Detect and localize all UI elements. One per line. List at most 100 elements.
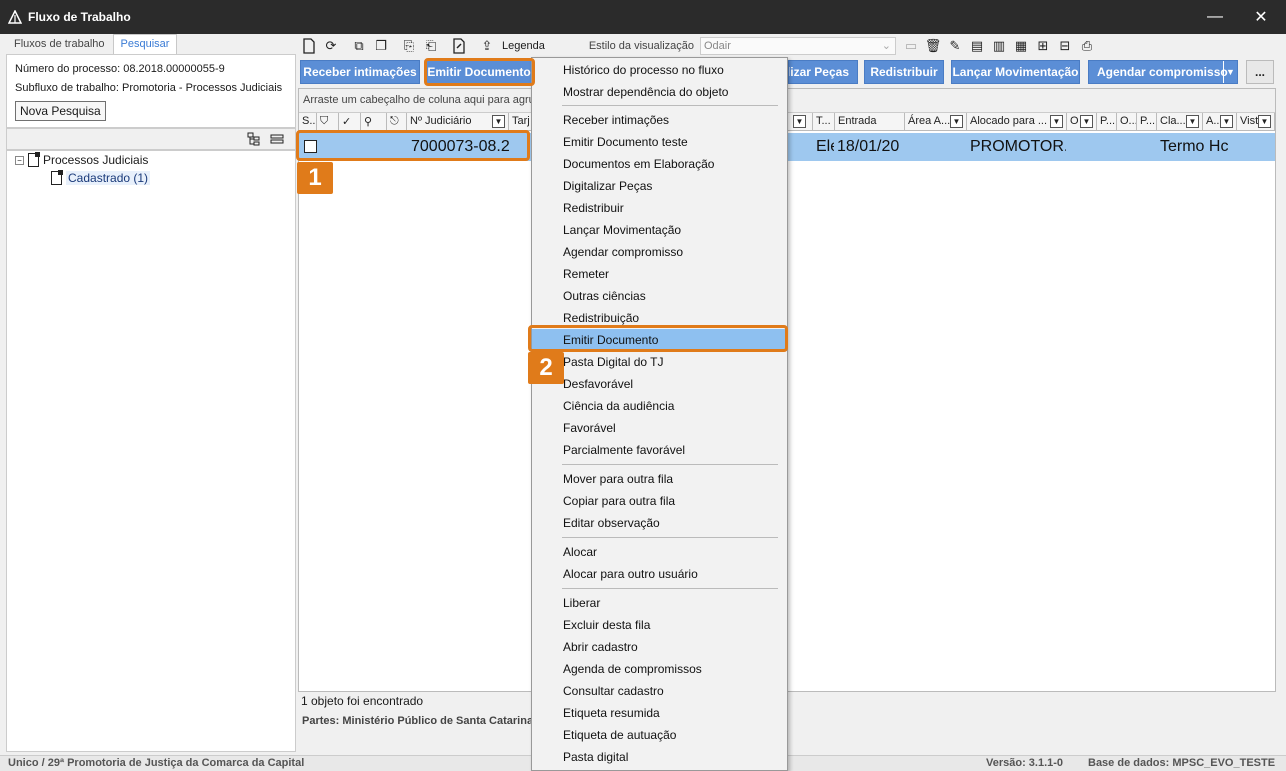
menu-item-documentos-elaboracao[interactable]: Documentos em Elaboração <box>532 153 787 175</box>
digitize-pieces-button[interactable]: Digitalizar Peças <box>788 60 858 84</box>
tree-node-label: Processos Judiciais <box>43 153 149 167</box>
column-header-attachment[interactable]: ⎋ <box>387 113 407 131</box>
menu-item-pasta-digital[interactable]: Pasta digital <box>532 746 787 768</box>
duplicate-icon[interactable]: ❐ <box>370 36 392 56</box>
filter-dropdown-icon[interactable]: ▼ <box>793 115 806 128</box>
menu-item-pasta-digital-tj[interactable]: Pasta Digital do TJ <box>532 351 787 373</box>
report-icon[interactable]: ▥ <box>988 36 1010 56</box>
edit-icon[interactable]: ✎ <box>944 36 966 56</box>
paste-icon[interactable]: ⎘ <box>398 36 420 56</box>
expand-tree-icon[interactable] <box>247 132 261 149</box>
menu-item-emitir-documento-teste[interactable]: Emitir Documento teste <box>532 131 787 153</box>
column-header-bookmark[interactable]: ⛉ <box>317 113 339 131</box>
close-button[interactable]: ✕ <box>1238 0 1284 34</box>
filter-dropdown-icon[interactable]: ▼ <box>1050 115 1063 128</box>
column-header-flow[interactable]: ⚲ <box>361 113 387 131</box>
column-header-check[interactable]: ✓ <box>339 113 361 131</box>
column-header-tarja[interactable]: Tarj <box>509 113 533 131</box>
chevron-down-icon: ⌄ <box>881 40 891 52</box>
filter-dropdown-icon[interactable]: ▼ <box>1220 115 1233 128</box>
legend-icon[interactable]: ⇪ <box>476 36 498 56</box>
redistribute-button[interactable]: Redistribuir <box>864 60 944 84</box>
left-tabs: Fluxos de trabalho Pesquisar <box>6 34 178 54</box>
chevron-down-icon[interactable]: ▼ <box>1223 61 1237 83</box>
legend-button[interactable]: Legenda <box>502 40 545 52</box>
menu-item-redistribuir[interactable]: Redistribuir <box>532 197 787 219</box>
filter-dropdown-icon[interactable]: ▼ <box>1080 115 1093 128</box>
menu-item-etiqueta-autuacao[interactable]: Etiqueta de autuação <box>532 724 787 746</box>
save-icon[interactable]: ▭ <box>900 36 922 56</box>
trash-icon[interactable]: 🗑 <box>922 36 944 56</box>
cell-t: Ele <box>816 138 834 155</box>
tree-node-processos-judiciais[interactable]: − Processos Judiciais <box>15 152 149 167</box>
tree-node-cadastrado[interactable]: Cadastrado (1) <box>51 170 151 185</box>
schedule-appointment-button[interactable]: Agendar compromisso ▼ <box>1088 60 1238 84</box>
menu-item-alocar-outro-usuario[interactable]: Alocar para outro usuário <box>532 563 787 585</box>
checkmark-icon: ✓ <box>342 116 352 128</box>
column-header-alocado[interactable]: Alocado para ... ▼ <box>967 113 1067 131</box>
column-header-judicial-number[interactable]: Nº Judiciário ▼ <box>407 113 509 131</box>
hierarchy-icon[interactable]: ⊞ <box>1032 36 1054 56</box>
menu-separator <box>562 105 778 106</box>
column-header-o[interactable]: O ▼ <box>1067 113 1097 131</box>
column-header-t-dropdown[interactable]: ▼ <box>789 113 813 131</box>
column-header-classe[interactable]: Cla... ▼ <box>1157 113 1203 131</box>
menu-item-lancar-movimentacao[interactable]: Lançar Movimentação <box>532 219 787 241</box>
book-icon[interactable]: ▤ <box>966 36 988 56</box>
column-header-area[interactable]: Área A... ▼ <box>905 113 967 131</box>
menu-item-digitalizar-pecas[interactable]: Digitalizar Peças <box>532 175 787 197</box>
more-actions-button[interactable]: ... <box>1246 60 1274 84</box>
menu-item-receber-intimacoes[interactable]: Receber intimações <box>532 109 787 131</box>
column-header-p1[interactable]: P... <box>1097 113 1117 131</box>
menu-item-mover-fila[interactable]: Mover para outra fila <box>532 468 787 490</box>
filter-dropdown-icon[interactable]: ▼ <box>492 115 505 128</box>
menu-item-etiqueta-resumida[interactable]: Etiqueta resumida <box>532 702 787 724</box>
new-search-button[interactable]: Nova Pesquisa <box>15 101 106 121</box>
menu-item-mostrar-dependencia[interactable]: Mostrar dependência do objeto <box>532 81 787 103</box>
copy-icon[interactable]: ⧉ <box>348 36 370 56</box>
filter-dropdown-icon[interactable]: ▼ <box>1186 115 1199 128</box>
new-document-icon[interactable] <box>298 36 320 56</box>
menu-item-parcialmente-favoravel[interactable]: Parcialmente favorável <box>532 439 787 461</box>
menu-item-editar-observacao[interactable]: Editar observação <box>532 512 787 534</box>
refresh-icon[interactable]: ⟳ <box>320 36 342 56</box>
receive-intimations-button[interactable]: Receber intimações <box>300 60 420 84</box>
column-header-a[interactable]: A... ▼ <box>1203 113 1237 131</box>
clipboard-icon[interactable]: ⎗ <box>420 36 442 56</box>
print-icon[interactable]: ⎙ <box>1076 36 1098 56</box>
menu-item-agendar-compromisso[interactable]: Agendar compromisso <box>532 241 787 263</box>
menu-item-outras-ciencias[interactable]: Outras ciências <box>532 285 787 307</box>
menu-item-ciencia-audiencia[interactable]: Ciência da audiência <box>532 395 787 417</box>
results-count: 1 objeto foi encontrado <box>301 694 424 708</box>
layers-icon[interactable]: ⊟ <box>1054 36 1076 56</box>
menu-item-favoravel[interactable]: Favorável <box>532 417 787 439</box>
column-header-s[interactable]: S... <box>299 113 317 131</box>
menu-item-desfavoravel[interactable]: Desfavorável <box>532 373 787 395</box>
column-header-o2[interactable]: O... <box>1117 113 1137 131</box>
menu-item-excluir-fila[interactable]: Excluir desta fila <box>532 614 787 636</box>
export-icon[interactable] <box>448 36 470 56</box>
cell-entrada: 18/01/20 <box>837 138 900 155</box>
menu-item-alocar[interactable]: Alocar <box>532 541 787 563</box>
menu-item-remeter[interactable]: Remeter <box>532 263 787 285</box>
menu-item-agenda-compromissos[interactable]: Agenda de compromissos <box>532 658 787 680</box>
column-header-vista[interactable]: Vista ▼ <box>1237 113 1275 131</box>
collapse-node-icon[interactable]: − <box>15 155 24 165</box>
menu-item-abrir-cadastro[interactable]: Abrir cadastro <box>532 636 787 658</box>
tab-fluxos-de-trabalho[interactable]: Fluxos de trabalho <box>6 34 113 54</box>
menu-item-consultar-cadastro[interactable]: Consultar cadastro <box>532 680 787 702</box>
menu-item-historico[interactable]: Histórico do processo no fluxo <box>532 59 787 81</box>
filter-dropdown-icon[interactable]: ▼ <box>950 115 963 128</box>
column-header-p2[interactable]: P... <box>1137 113 1157 131</box>
tab-pesquisar[interactable]: Pesquisar <box>112 34 178 54</box>
column-header-t[interactable]: T... <box>813 113 835 131</box>
comment-icon[interactable]: ▦ <box>1010 36 1032 56</box>
collapse-tree-icon[interactable] <box>270 132 284 149</box>
column-header-entrada[interactable]: Entrada <box>835 113 905 131</box>
view-style-select[interactable]: Odair ⌄ <box>700 37 896 55</box>
minimize-button[interactable]: — <box>1192 0 1238 34</box>
menu-item-liberar[interactable]: Liberar <box>532 592 787 614</box>
filter-dropdown-icon[interactable]: ▼ <box>1258 115 1271 128</box>
menu-item-copiar-fila[interactable]: Copiar para outra fila <box>532 490 787 512</box>
launch-movement-button[interactable]: Lançar Movimentação <box>951 60 1080 84</box>
